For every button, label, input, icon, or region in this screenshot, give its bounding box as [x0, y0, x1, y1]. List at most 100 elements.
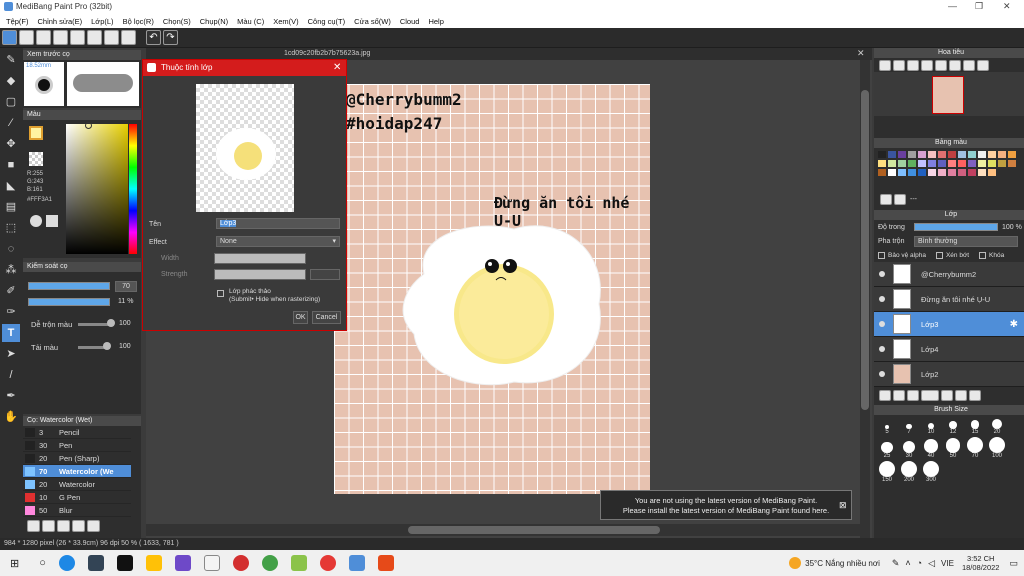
palette-swatch[interactable] [908, 151, 916, 158]
notice-close-icon[interactable]: ⊠ [839, 500, 847, 510]
save-icon[interactable] [19, 30, 34, 45]
delete-color-icon[interactable] [894, 193, 906, 205]
palette-swatch[interactable] [918, 169, 926, 176]
cancel-button[interactable]: Cancel [312, 311, 341, 324]
layer-name-input[interactable]: Lớp3 [216, 218, 340, 229]
app-icon-green[interactable] [290, 555, 307, 571]
brush-list-item[interactable]: 20 Pen (Sharp) [23, 452, 131, 465]
ok-button[interactable]: OK [293, 311, 308, 324]
eraser-tool-icon[interactable]: ◆ [2, 72, 20, 90]
palette-swatch[interactable] [878, 160, 886, 167]
rotate-left-icon[interactable] [935, 59, 947, 71]
snap-icon[interactable] [70, 30, 85, 45]
palette-swatch[interactable] [948, 169, 956, 176]
effect-select[interactable]: None ▾ [216, 236, 340, 247]
palette-swatch[interactable] [988, 160, 996, 167]
menu-edit[interactable]: Chỉnh sửa(E) [38, 17, 83, 26]
layer-folder-icon[interactable] [941, 389, 953, 401]
palette-swatch[interactable] [998, 160, 1006, 167]
capcut-icon[interactable] [116, 555, 133, 571]
folder-icon[interactable] [72, 520, 85, 532]
flip-icon[interactable] [963, 59, 975, 71]
bucket-tool-icon[interactable]: ◣ [2, 177, 20, 195]
palette-swatch[interactable] [958, 160, 966, 167]
brush-list-item[interactable]: 10 G Pen [23, 491, 131, 504]
palette-swatch[interactable] [968, 169, 976, 176]
menu-help[interactable]: Help [428, 17, 443, 26]
palette-swatch[interactable] [978, 169, 986, 176]
cloud-icon[interactable] [2, 30, 17, 45]
palette-swatch[interactable] [978, 160, 986, 167]
menu-color[interactable]: Màu (C) [237, 17, 264, 26]
comment-icon[interactable] [36, 30, 51, 45]
volume-icon[interactable]: ◁ [928, 558, 935, 569]
settings-icon[interactable] [104, 30, 119, 45]
text-tool-icon[interactable]: T [2, 324, 20, 342]
palette-swatch[interactable] [958, 169, 966, 176]
palette-swatch[interactable] [918, 151, 926, 158]
list-icon[interactable] [87, 30, 102, 45]
brush-size-preset[interactable]: 10 [920, 421, 942, 435]
brush-size-preset[interactable]: 5 [876, 423, 898, 435]
select-pen-icon[interactable]: ✐ [2, 282, 20, 300]
zoom-out-icon[interactable] [893, 59, 905, 71]
mixer-icon[interactable] [46, 215, 58, 227]
palette-swatch[interactable] [898, 160, 906, 167]
menu-layer[interactable]: Lớp(L) [91, 17, 113, 26]
delete-layer-icon[interactable] [969, 389, 981, 401]
color-palette[interactable] [874, 148, 1024, 192]
color-picker-square[interactable] [66, 124, 128, 254]
close-doc-icon[interactable]: ✕ [857, 48, 865, 59]
brush-size-preset[interactable]: 7 [898, 422, 920, 435]
palette-swatch[interactable] [938, 151, 946, 158]
notice-line-2[interactable]: Please install the latest version of Med… [601, 506, 851, 516]
brush-list-item[interactable]: 50 Blur [23, 504, 131, 517]
dot-tool-icon[interactable]: ⁄ [2, 114, 20, 132]
brush-settings-icon[interactable] [57, 520, 70, 532]
palette-swatch[interactable] [1008, 160, 1016, 167]
palette-swatch[interactable] [948, 151, 956, 158]
operation-tool-icon[interactable]: ➤ [2, 345, 20, 363]
eye-icon[interactable] [879, 321, 885, 327]
gear-icon[interactable]: ✱ [1010, 319, 1018, 330]
navigator-preview[interactable] [874, 72, 1024, 116]
brush-size-preset[interactable]: 25 [876, 440, 898, 459]
brush-list-item[interactable]: 30 Pen [23, 439, 131, 452]
brush-list-item[interactable]: 3 Pencil [23, 426, 131, 439]
menu-window[interactable]: Cửa sổ(W) [354, 17, 391, 26]
layer-row[interactable]: Lớp3 ✱ [874, 312, 1024, 337]
chrome-profile-icon[interactable] [319, 555, 336, 571]
layer-row[interactable]: @Cherrybumm2 [874, 262, 1024, 287]
vertical-scroll-thumb[interactable] [861, 90, 869, 410]
fill-rect-icon[interactable]: ■ [2, 156, 20, 174]
notification-icon[interactable]: ▭ [1009, 558, 1018, 569]
primary-color-swatch[interactable] [29, 126, 43, 140]
clock[interactable]: 3:52 CH 18/08/2022 [962, 554, 1000, 572]
menu-tools[interactable]: Công cụ(T) [308, 17, 346, 26]
edge-icon[interactable] [58, 555, 75, 571]
palette-swatch[interactable] [928, 151, 936, 158]
layer-opacity-slider[interactable] [914, 223, 998, 231]
eye-icon[interactable] [879, 371, 885, 377]
palette-swatch[interactable] [958, 151, 966, 158]
eyedropper-icon[interactable]: ✒ [2, 387, 20, 405]
clipping-checkbox[interactable] [935, 251, 943, 259]
brush-size-preset[interactable]: 12 [942, 419, 964, 435]
palette-swatch[interactable] [908, 160, 916, 167]
gradient-tool-icon[interactable]: ▤ [2, 198, 20, 216]
brush-size-preset[interactable]: 150 [876, 459, 898, 483]
add-color-icon[interactable] [880, 193, 892, 205]
palette-swatch[interactable] [948, 160, 956, 167]
reset-icon[interactable] [977, 59, 989, 71]
chrome-icon[interactable] [261, 555, 278, 571]
palette-swatch[interactable] [938, 160, 946, 167]
select-eraser-icon[interactable]: ✑ [2, 303, 20, 321]
redo-icon[interactable]: ↷ [163, 30, 178, 45]
grid-icon[interactable] [53, 30, 68, 45]
refill-slider-knob[interactable] [103, 342, 111, 350]
palette-swatch[interactable] [918, 160, 926, 167]
palette-swatch[interactable] [998, 151, 1006, 158]
close-icon[interactable]: ✕ [1003, 1, 1011, 12]
palette-swatch[interactable] [908, 169, 916, 176]
menu-select[interactable]: Chọn(S) [163, 17, 191, 26]
